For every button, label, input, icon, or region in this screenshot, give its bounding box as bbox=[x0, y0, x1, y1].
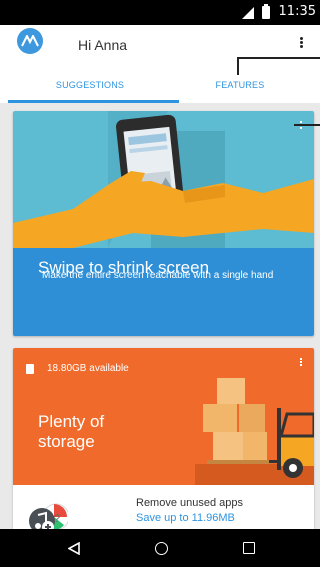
motorola-logo-icon bbox=[17, 28, 43, 54]
callout-line bbox=[294, 124, 320, 126]
hand-phone-illustration bbox=[13, 111, 314, 248]
storage-available-text: 18.80GB available bbox=[47, 363, 129, 374]
signal-icon bbox=[242, 7, 254, 19]
remove-unused-apps-title: Remove unused apps bbox=[136, 497, 244, 509]
tab-suggestions[interactable]: SUGGESTIONS bbox=[0, 80, 180, 90]
active-tab-indicator bbox=[8, 100, 179, 103]
tab-features[interactable]: FEATURES bbox=[160, 80, 320, 90]
recent-apps-icon[interactable] bbox=[243, 542, 255, 554]
swipe-to-shrink-card[interactable]: Swipe to shrink screen Make the entire s… bbox=[13, 111, 314, 336]
more-vert-icon[interactable] bbox=[296, 36, 306, 52]
swipe-card-body: Swipe to shrink screen bbox=[13, 248, 314, 336]
status-bar: 11:35 bbox=[0, 0, 320, 25]
save-space-subtitle: Save up to 11.96MB bbox=[136, 512, 235, 524]
callout-line bbox=[237, 57, 320, 59]
storage-card-title: Plenty of storage bbox=[38, 412, 105, 451]
storage-card[interactable]: 18.80GB available Plenty of storage ? Re… bbox=[13, 348, 314, 538]
home-icon[interactable] bbox=[155, 542, 168, 555]
status-time: 11:35 bbox=[278, 4, 316, 19]
sd-card-icon bbox=[26, 364, 34, 374]
swipe-card-description: Make the entire screen reachable with a … bbox=[42, 270, 274, 281]
app-bar: Hi Anna SUGGESTIONS FEATURES bbox=[0, 25, 320, 103]
card-more-vert-icon[interactable] bbox=[298, 120, 304, 134]
storage-card-header: 18.80GB available Plenty of storage bbox=[13, 348, 314, 485]
svg-text:?: ? bbox=[54, 513, 60, 525]
greeting-text: Hi Anna bbox=[78, 37, 128, 53]
callout-line bbox=[237, 57, 239, 75]
navigation-bar bbox=[0, 529, 320, 567]
battery-icon bbox=[262, 4, 270, 19]
forklift-boxes-illustration bbox=[195, 378, 314, 485]
back-icon[interactable] bbox=[68, 542, 80, 555]
